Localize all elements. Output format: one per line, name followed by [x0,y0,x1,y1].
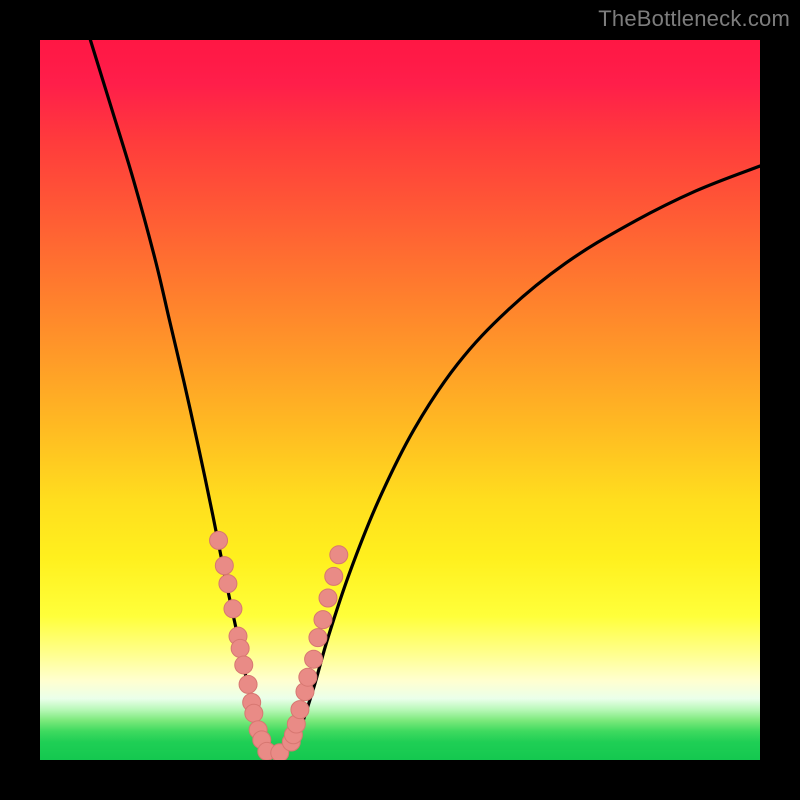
watermark-text: TheBottleneck.com [598,6,790,32]
data-dot [305,650,323,668]
data-dot [314,611,332,629]
plot-area [40,40,760,760]
data-dot [319,589,337,607]
data-dot [309,629,327,647]
data-dot [245,704,263,722]
data-dot [239,675,257,693]
data-dot [330,546,348,564]
curve-layer [40,40,760,760]
data-dot [219,575,237,593]
data-dot [210,531,228,549]
data-dot [224,600,242,618]
data-dot [231,639,249,657]
data-dot [215,557,233,575]
data-dot [235,656,253,674]
data-dot [325,567,343,585]
chart-frame: TheBottleneck.com [0,0,800,800]
curve-right [278,166,760,756]
data-dot [299,668,317,686]
data-dot [291,701,309,719]
